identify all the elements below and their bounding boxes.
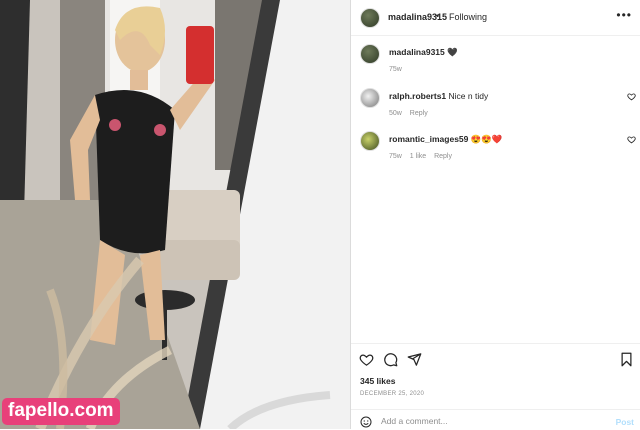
caption-item: madalina9315 🖤 75w — [351, 44, 640, 74]
comment-body: 😍😍❤️ — [470, 134, 503, 144]
emoji-icon[interactable] — [360, 416, 372, 428]
comment-input[interactable] — [381, 414, 581, 428]
comment-age: 75w — [389, 153, 402, 160]
comment-meta: 50w Reply — [389, 110, 434, 117]
likes-count[interactable]: 345 likes — [360, 376, 395, 386]
reply-button[interactable]: Reply — [410, 110, 428, 117]
caption-body: 🖤 — [447, 47, 458, 57]
comment-likes[interactable]: 1 like — [410, 153, 426, 160]
more-icon[interactable]: ••• — [616, 8, 632, 22]
avatar[interactable] — [360, 131, 380, 151]
post-date[interactable]: DECEMBER 25, 2020 — [360, 391, 424, 397]
reply-button[interactable]: Reply — [434, 153, 452, 160]
comment-username[interactable]: romantic_images59 — [389, 134, 468, 144]
caption-age: 75w — [389, 66, 402, 73]
caption-text: madalina9315 🖤 — [389, 47, 458, 58]
share-icon[interactable] — [407, 352, 422, 367]
avatar[interactable] — [360, 8, 380, 28]
comment-meta: 75w 1 like Reply — [389, 153, 458, 160]
caption-username[interactable]: madalina9315 — [389, 47, 445, 57]
comment-text: romantic_images59 😍😍❤️ — [389, 134, 503, 145]
heart-small-icon[interactable] — [627, 92, 636, 101]
comment-age: 50w — [389, 110, 402, 117]
separator-dot: • — [436, 11, 440, 21]
mirror-selfie-image — [0, 0, 350, 429]
watermark: fapello.com — [2, 398, 120, 425]
like-icon[interactable] — [359, 352, 374, 367]
comment-body: Nice n tidy — [448, 91, 489, 101]
add-comment-row: Post — [351, 409, 640, 430]
comment-text: ralph.roberts1 Nice n tidy — [389, 91, 488, 101]
comment-item: ralph.roberts1 Nice n tidy 50w Reply — [351, 88, 640, 118]
action-bar — [351, 343, 640, 374]
avatar[interactable] — [360, 88, 380, 108]
comment-item: romantic_images59 😍😍❤️ 75w 1 like Reply — [351, 131, 640, 161]
avatar[interactable] — [360, 44, 380, 64]
following-button[interactable]: Following — [449, 12, 487, 22]
save-icon[interactable] — [619, 352, 634, 367]
post-photo[interactable]: fapello.com — [0, 0, 350, 429]
caption-meta: 75w — [389, 66, 408, 73]
post-button[interactable]: Post — [616, 417, 634, 427]
comment-username[interactable]: ralph.roberts1 — [389, 91, 446, 101]
comment-icon[interactable] — [383, 352, 398, 367]
post-side-panel: madalina9315 • Following ••• madalina931… — [351, 0, 640, 429]
heart-small-icon[interactable] — [627, 135, 636, 144]
post-header: madalina9315 • Following ••• — [351, 0, 640, 36]
